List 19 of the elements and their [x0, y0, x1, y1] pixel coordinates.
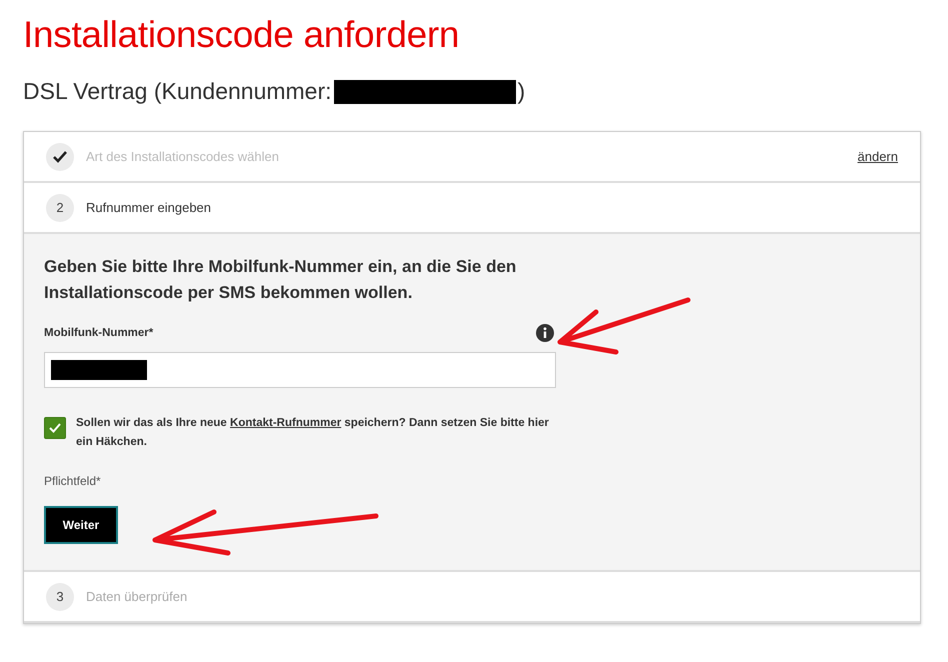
- contact-number-link[interactable]: Kontakt-Rufnummer: [230, 417, 342, 429]
- change-link[interactable]: ändern: [858, 149, 898, 164]
- required-note: Pflichtfeld*: [44, 474, 102, 488]
- step-label: Art des Installationscodes wählen: [86, 149, 280, 164]
- checkbox-label: Sollen wir das als Ihre neue Kontakt-Rufnummer speichern? Dann setzen Sie bitte hier ein Häkchen.: [76, 416, 550, 450]
- form-heading: Geben Sie bitte Ihre Mobilfunk-Nummer ein, an die Sie den Installationscode per SMS bekommen wollen.: [44, 256, 518, 304]
- page-subtitle: DSL Vertrag (Kundennummer:: [23, 78, 332, 105]
- continue-button[interactable]: Weiter: [44, 506, 118, 544]
- closing-parenthesis: ): [518, 78, 526, 105]
- step-number: 2: [46, 194, 74, 222]
- phone-input-field[interactable]: [44, 352, 556, 388]
- field-label: Mobilfunk-Nummer*: [44, 327, 154, 339]
- step-number: 3: [46, 582, 74, 610]
- info-icon[interactable]: [536, 324, 554, 342]
- step-label: Daten überprüfen: [86, 589, 188, 604]
- step-label: Rufnummer eingeben: [86, 200, 212, 215]
- contact-checkbox[interactable]: [44, 417, 66, 439]
- checkmark-icon: [49, 423, 61, 433]
- page-title: Installationscode anfordern: [23, 14, 460, 56]
